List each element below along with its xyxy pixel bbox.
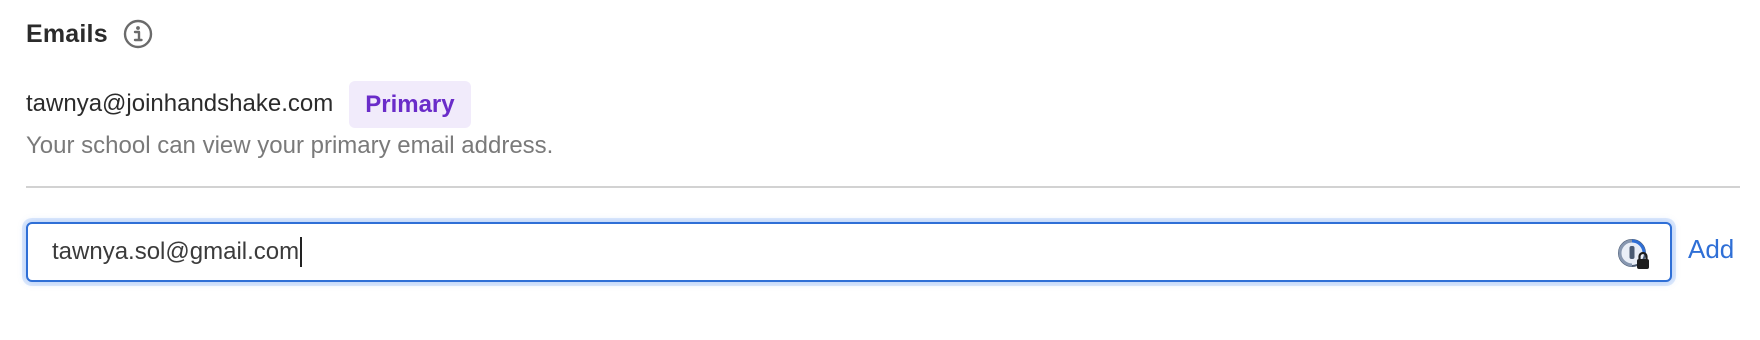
primary-badge: Primary xyxy=(349,80,471,128)
info-icon[interactable] xyxy=(122,18,154,50)
emails-section: Emails tawnya@joinhandshake.com Primary … xyxy=(0,0,1760,340)
add-email-button[interactable]: Add xyxy=(1688,234,1734,265)
password-manager-icon[interactable] xyxy=(1616,236,1652,272)
new-email-value: tawnya.sol@gmail.com xyxy=(52,238,300,265)
primary-email: tawnya@joinhandshake.com xyxy=(26,90,334,117)
emails-header: Emails xyxy=(26,14,154,54)
new-email-input[interactable]: tawnya.sol@gmail.com xyxy=(26,222,1672,282)
section-divider xyxy=(26,186,1740,188)
text-caret xyxy=(300,237,303,267)
primary-email-helper-text: Your school can view your primary email … xyxy=(26,132,554,159)
primary-email-row: tawnya@joinhandshake.com Primary xyxy=(26,80,471,128)
new-email-input-field[interactable]: tawnya.sol@gmail.com xyxy=(52,237,303,267)
section-title: Emails xyxy=(26,19,108,48)
